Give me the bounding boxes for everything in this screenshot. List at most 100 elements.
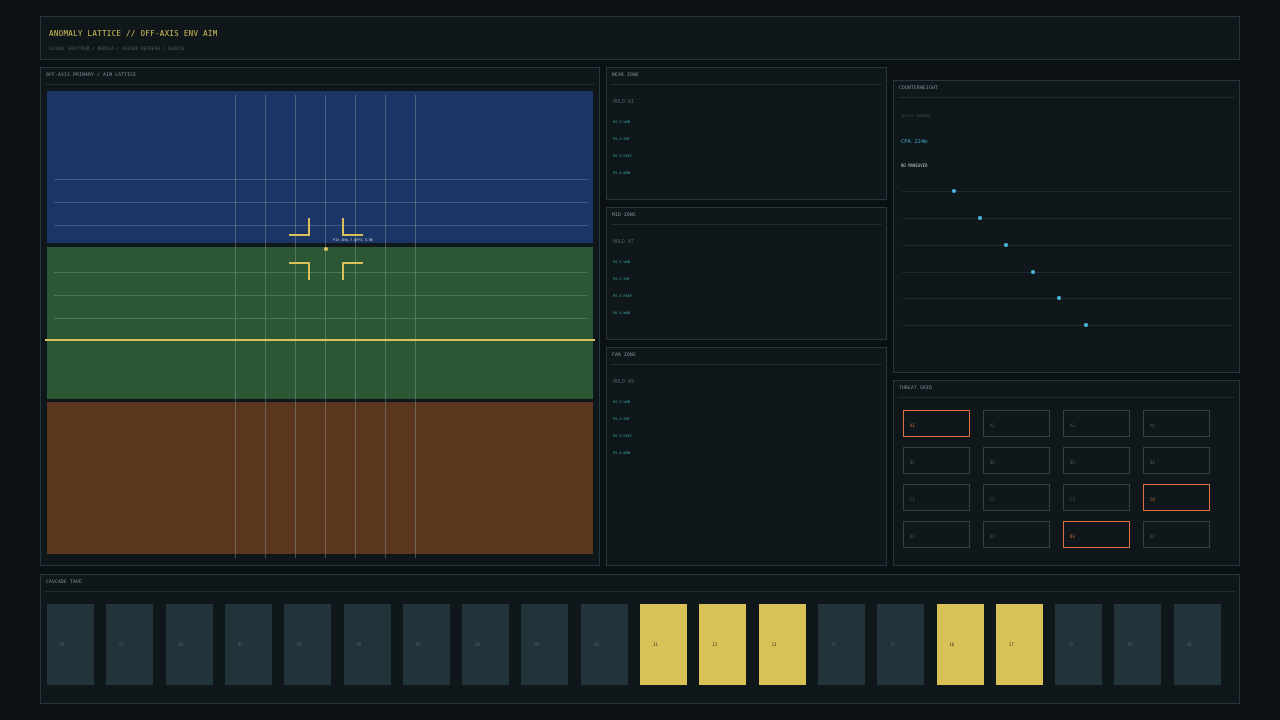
zone-item: PA.3 UHB — [613, 260, 630, 264]
zone-hold-value: HOLD 81 — [613, 99, 635, 105]
threat-cell-a2[interactable]: A2 — [983, 410, 1050, 437]
select-counter-label: SELECT COUNTER — [901, 114, 931, 118]
tape-cell[interactable]: 08 — [462, 604, 510, 685]
zone-item: PA.3 RSEF — [613, 294, 632, 298]
grid-line — [235, 95, 236, 558]
counterweight-panel: COUNTERWEIGHT SELECT COUNTER CPA 224m NO… — [893, 80, 1240, 373]
threat-cell-a1[interactable]: A1 — [903, 410, 970, 437]
counterweight-marker[interactable] — [951, 189, 956, 193]
grid-line — [54, 179, 588, 180]
tape-cell[interactable]: 07 — [402, 604, 450, 685]
tape-cell[interactable]: 13 — [758, 604, 806, 685]
horizon-line — [45, 339, 595, 341]
counterweight-track — [902, 298, 1232, 299]
tape-cell[interactable]: 01 — [47, 604, 94, 685]
threat-cell-b1[interactable]: B1 — [903, 447, 970, 474]
grid-line — [415, 95, 416, 558]
reticle-corner-bl — [289, 262, 310, 280]
tape-cell[interactable]: 20 — [1173, 604, 1221, 685]
threat-cell-d4[interactable]: D4 — [1143, 521, 1210, 548]
reticle-corner-tl — [289, 218, 310, 236]
aim-lattice-panel: OFF-AXIS PRIMARY / AIM LATTICE PIX 3H4.7… — [40, 67, 600, 566]
grid-line — [54, 225, 588, 226]
zone-hold-value: HOLD 89 — [613, 379, 635, 385]
counterweight-marker[interactable] — [1004, 243, 1009, 247]
threat-grid-panel: THREAT GRID A1 A2 A3 A4 B1 B2 B3 B4 C1 C2 C3 C4 D1 D2… — [893, 380, 1240, 566]
counterweight-track — [902, 245, 1232, 246]
zone-item: PA.4 WRN — [613, 451, 630, 455]
divider — [45, 591, 1235, 592]
grid-line — [295, 95, 296, 558]
counterweight-track — [902, 218, 1232, 219]
tape-cell[interactable]: 18 — [1055, 604, 1103, 685]
cascade-tape-title: CASCADE TAPE — [46, 580, 83, 585]
threat-cell-a4[interactable]: A4 — [1143, 410, 1210, 437]
zone-title: MID ZONE — [612, 213, 637, 218]
tape-cell[interactable]: 15 — [877, 604, 925, 685]
upper-band — [47, 91, 593, 243]
zone-item: PA.3 UHB — [613, 120, 630, 124]
zone-item: PA.3 RSEF — [613, 434, 632, 438]
reticle-corner-tr — [342, 218, 363, 236]
divider — [611, 224, 882, 225]
tape-cell[interactable]: 17 — [995, 604, 1043, 685]
threat-cell-b4[interactable]: B4 — [1143, 447, 1210, 474]
threat-cell-d2[interactable]: D2 — [983, 521, 1050, 548]
grid-line — [54, 202, 588, 203]
reticle-center-dot — [324, 247, 328, 251]
divider — [611, 364, 882, 365]
lower-band — [47, 402, 593, 554]
zone-item: PA.3 UHB — [613, 400, 630, 404]
grid-line — [325, 95, 326, 558]
app-title: ANOMALY LATTICE // OFF-AXIS ENV AIM — [49, 29, 218, 38]
zone-title: FAR ZONE — [612, 353, 637, 358]
app-subtitle: SIGNAL SPECTRUM / NEBULA / HAZARD REFRES… — [49, 46, 185, 51]
threat-cell-b3[interactable]: B3 — [1063, 447, 1130, 474]
tape-cell[interactable]: 14 — [817, 604, 865, 685]
tape-cell[interactable]: 09 — [521, 604, 569, 685]
divider — [611, 84, 882, 85]
tape-cell[interactable]: 03 — [165, 604, 213, 685]
grid-line — [54, 295, 588, 296]
threat-cell-b2[interactable]: B2 — [983, 447, 1050, 474]
counterweight-track — [902, 272, 1232, 273]
tape-cell[interactable]: 12 — [699, 604, 747, 685]
tape-cell[interactable]: 10 — [580, 604, 628, 685]
threat-cell-d3[interactable]: D3 — [1063, 521, 1130, 548]
zone-item: PA.3 SHF — [613, 137, 630, 141]
threat-cell-c1[interactable]: C1 — [903, 484, 970, 511]
threat-cell-c2[interactable]: C2 — [983, 484, 1050, 511]
divider — [898, 97, 1235, 98]
mid-zone-panel: MID ZONE HOLD 87 PA.3 UHB PA.3 SHF PA.3 … — [606, 207, 887, 340]
counterweight-marker[interactable] — [1057, 296, 1062, 300]
tape-cell[interactable]: 19 — [1114, 604, 1162, 685]
far-zone-panel: FAR ZONE HOLD 89 PA.3 UHB PA.3 SHF PA.3 … — [606, 347, 887, 566]
zone-item: PA.3 SHF — [613, 417, 630, 421]
divider — [898, 397, 1235, 398]
tape-cell[interactable]: 11 — [640, 604, 687, 685]
grid-line — [385, 95, 386, 558]
middle-band — [47, 247, 593, 399]
zone-item: PA.4 WRN — [613, 311, 630, 315]
tape-cell[interactable]: 06 — [343, 604, 391, 685]
tape-cell[interactable]: 02 — [106, 604, 154, 685]
threat-cell-c4[interactable]: C4 — [1143, 484, 1210, 511]
grid-line — [355, 95, 356, 558]
divider — [45, 84, 595, 85]
grid-line — [54, 318, 588, 319]
threat-cell-c3[interactable]: C3 — [1063, 484, 1130, 511]
tape-cell[interactable]: 16 — [936, 604, 984, 685]
tape-cell[interactable]: 04 — [224, 604, 272, 685]
cascade-tape-panel: CASCADE TAPE 01 02 03 04 05 06 07 08 09 10 11 12 13 1… — [40, 574, 1240, 704]
tape-cell[interactable]: 05 — [284, 604, 332, 685]
counterweight-marker[interactable] — [1030, 270, 1035, 274]
zone-item: PA.3 RSEF — [613, 154, 632, 158]
grid-line — [54, 272, 588, 273]
zone-item: PA.3 SHF — [613, 277, 630, 281]
counterweight-marker[interactable] — [977, 216, 982, 220]
threat-cell-d1[interactable]: D1 — [903, 521, 970, 548]
threat-cell-a3[interactable]: A3 — [1063, 410, 1130, 437]
near-zone-panel: NEAR ZONE HOLD 81 PA.3 UHB PA.3 SHF PA.3… — [606, 67, 887, 200]
cpa-readout: CPA 224m — [901, 139, 928, 145]
counterweight-marker[interactable] — [1083, 323, 1088, 327]
